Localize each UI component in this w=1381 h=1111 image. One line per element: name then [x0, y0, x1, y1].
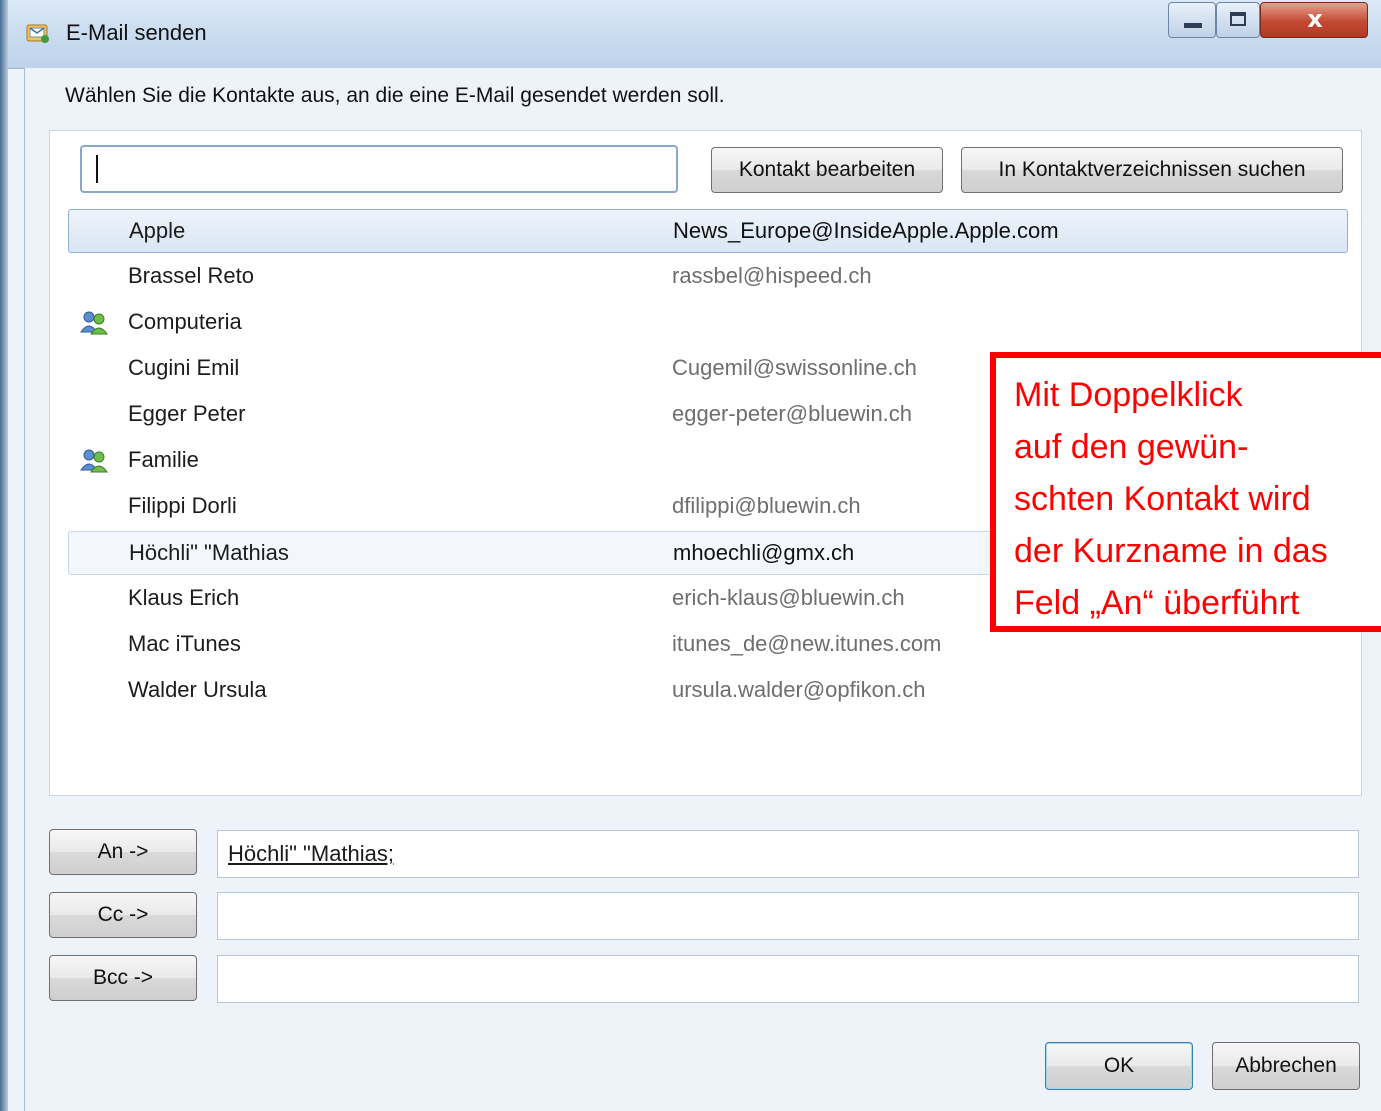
contact-name: Walder Ursula — [128, 677, 267, 702]
contact-email: egger-peter@bluewin.ch — [672, 401, 913, 426]
contact-name: Brassel Reto — [128, 263, 254, 288]
contact-email: erich-klaus@bluewin.ch — [672, 585, 905, 610]
annotation-callout: Mit Doppelklick auf den gewün- schten Ko… — [990, 352, 1381, 632]
minimize-icon — [1184, 23, 1202, 28]
group-contacts-icon — [80, 449, 108, 473]
list-item[interactable]: Brassel Reto rassbel@hispeed.ch — [68, 255, 1348, 299]
window-controls: x — [1168, 2, 1378, 42]
callout-line: Feld „An“ überführt — [1014, 584, 1300, 622]
desktop-edge — [0, 0, 8, 1111]
to-field[interactable]: Höchli" "Mathias; — [217, 830, 1359, 878]
search-input[interactable] — [80, 145, 678, 193]
to-button[interactable]: An -> — [49, 829, 197, 875]
contact-email: Cugemil@swissonline.ch — [672, 355, 917, 380]
contact-name: Cugini Emil — [128, 355, 240, 380]
cc-button[interactable]: Cc -> — [49, 892, 197, 938]
contact-name: Apple — [129, 218, 186, 243]
contact-name: Filippi Dorli — [128, 493, 237, 518]
cc-field[interactable] — [217, 892, 1359, 940]
callout-line: Mit Doppelklick — [1014, 376, 1243, 414]
title-bar[interactable]: E-Mail senden x — [8, 0, 1381, 69]
mail-window-icon — [26, 24, 49, 43]
list-item[interactable]: Computeria — [68, 301, 1348, 345]
callout-line: der Kurzname in das — [1014, 532, 1328, 570]
callout-line: schten Kontakt wird — [1014, 480, 1311, 518]
contact-name: Mac iTunes — [128, 631, 241, 656]
contact-email: rassbel@hispeed.ch — [672, 263, 872, 288]
ok-button[interactable]: OK — [1045, 1042, 1193, 1090]
bcc-field[interactable] — [217, 955, 1359, 1003]
contact-email: News_Europe@InsideApple.Apple.com — [673, 218, 1059, 243]
cancel-button[interactable]: Abbrechen — [1212, 1042, 1360, 1090]
contact-email: mhoechli@gmx.ch — [673, 540, 855, 565]
maximize-button[interactable] — [1216, 2, 1260, 38]
contact-email: dfilippi@bluewin.ch — [672, 493, 861, 518]
maximize-icon — [1230, 12, 1246, 26]
list-item[interactable]: Apple News_Europe@InsideApple.Apple.com — [68, 209, 1348, 253]
contact-name: Höchli" "Mathias — [129, 540, 289, 565]
contact-email: ursula.walder@opfikon.ch — [672, 677, 926, 702]
contact-name: Klaus Erich — [128, 585, 240, 610]
search-directories-button[interactable]: In Kontaktverzeichnissen suchen — [961, 147, 1343, 193]
callout-line: auf den gewün- — [1014, 428, 1249, 466]
bcc-button[interactable]: Bcc -> — [49, 955, 197, 1001]
group-contacts-icon — [80, 311, 108, 335]
to-recipient[interactable]: Höchli" "Mathias; — [228, 841, 394, 866]
minimize-button[interactable] — [1168, 2, 1216, 38]
instruction-text: Wählen Sie die Kontakte aus, an die eine… — [65, 84, 725, 107]
contact-name: Computeria — [128, 309, 242, 334]
contact-email: itunes_de@new.itunes.com — [672, 631, 942, 656]
close-button[interactable]: x — [1260, 2, 1368, 38]
text-caret — [96, 155, 98, 183]
contact-name: Familie — [128, 447, 199, 472]
close-icon: x — [1307, 5, 1323, 33]
contact-name: Egger Peter — [128, 401, 246, 426]
list-item[interactable]: Walder Ursula ursula.walder@opfikon.ch — [68, 669, 1348, 713]
window-title: E-Mail senden — [66, 20, 207, 45]
edit-contact-button[interactable]: Kontakt bearbeiten — [711, 147, 943, 193]
